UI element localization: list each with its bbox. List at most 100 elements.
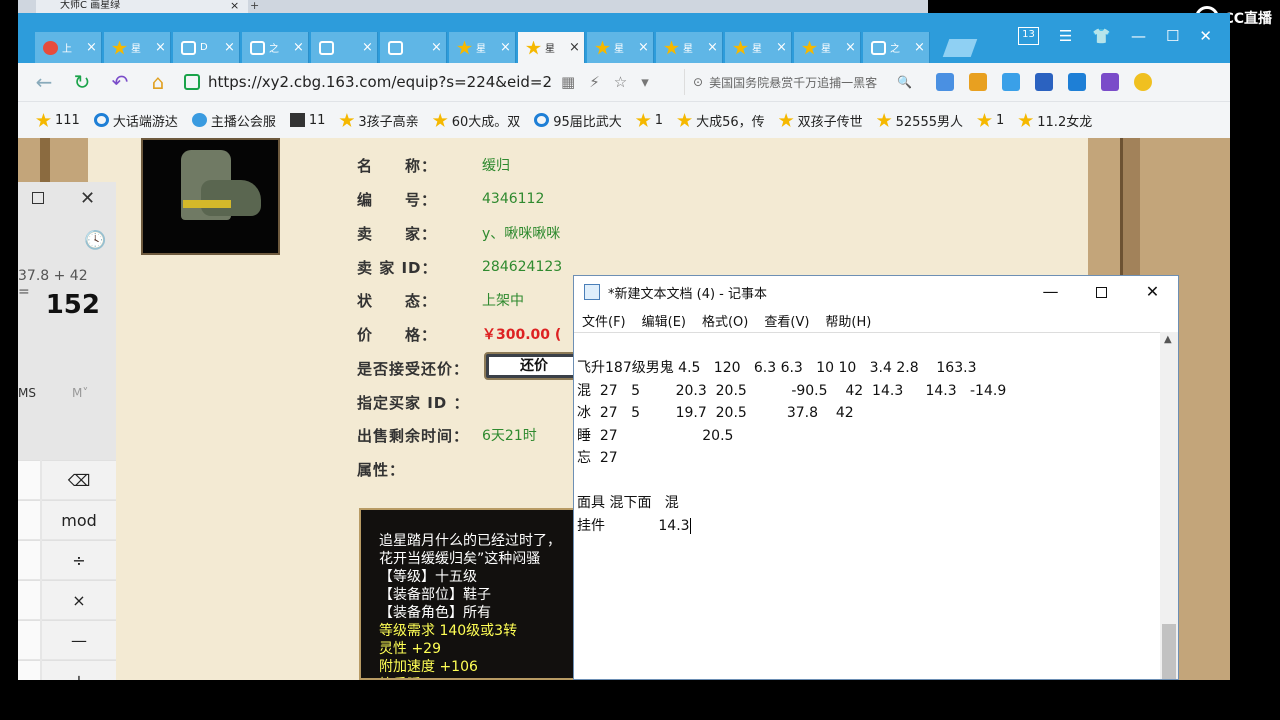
- screen-icon[interactable]: [1068, 73, 1086, 91]
- close-icon[interactable]: ×: [569, 40, 580, 55]
- calculator-key[interactable]: ×: [42, 580, 116, 619]
- calculator-key[interactable]: —: [42, 620, 116, 659]
- translate-icon[interactable]: [1002, 73, 1020, 91]
- close-icon[interactable]: ×: [86, 40, 97, 55]
- bookmark-item[interactable]: 1: [976, 113, 1004, 128]
- close-icon[interactable]: ✕: [1199, 27, 1212, 45]
- back-arrow-icon[interactable]: ←: [32, 70, 56, 94]
- maximize-icon[interactable]: ☐: [1166, 27, 1179, 45]
- memory-list-button[interactable]: M˅: [72, 386, 88, 400]
- bookmark-item[interactable]: 大成56，传: [677, 111, 765, 130]
- notepad-text-area[interactable]: 飞升187级男鬼 4.5 120 6.3 6.3 10 10 3.4 2.8 1…: [574, 332, 1161, 679]
- calculator-key-partial[interactable]: [18, 540, 40, 579]
- close-icon[interactable]: ×: [155, 40, 166, 55]
- qr-icon[interactable]: ▦: [561, 73, 575, 91]
- browser-tab[interactable]: 上 ×: [35, 32, 102, 63]
- bookmark-item[interactable]: 主播公会服: [191, 111, 276, 130]
- close-icon[interactable]: ×: [776, 40, 787, 55]
- notepad-scrollbar[interactable]: ▲: [1160, 332, 1178, 679]
- bookmark-item[interactable]: 11: [289, 113, 325, 128]
- search-icon[interactable]: 🔍: [897, 75, 912, 89]
- history-icon[interactable]: 🕓: [84, 230, 106, 251]
- browser-tab[interactable]: 星 ×: [656, 32, 723, 63]
- reload-icon[interactable]: ↻: [70, 70, 94, 94]
- calculator-key-partial[interactable]: [18, 620, 40, 659]
- calculator-key[interactable]: ÷: [42, 540, 116, 579]
- close-icon[interactable]: ×: [500, 40, 511, 55]
- home-icon[interactable]: ⌂: [146, 70, 170, 94]
- browser-tab[interactable]: 星 ×: [794, 32, 861, 63]
- browser-tab[interactable]: 星 ×: [725, 32, 792, 63]
- maximize-icon[interactable]: [1076, 276, 1127, 308]
- more-icon[interactable]: [1134, 73, 1152, 91]
- browser-tab[interactable]: ×: [380, 32, 447, 63]
- new-tab-icon[interactable]: +: [250, 0, 259, 12]
- notepad-menu-item[interactable]: 查看(V): [764, 311, 809, 330]
- browser-tab[interactable]: D ×: [173, 32, 240, 63]
- browser-tab[interactable]: 之 ×: [863, 32, 930, 63]
- close-icon[interactable]: ×: [362, 40, 373, 55]
- notepad-menu-item[interactable]: 格式(O): [702, 311, 748, 330]
- skin-icon[interactable]: 👕: [1092, 27, 1111, 45]
- close-icon[interactable]: ✕: [1127, 276, 1178, 308]
- minimize-icon[interactable]: —: [1131, 27, 1146, 45]
- notepad-menu-item[interactable]: 编辑(E): [642, 311, 686, 330]
- haggle-button[interactable]: 还价: [484, 352, 584, 380]
- url-text[interactable]: https://xy2.cbg.163.com/equip?s=224&eid=…: [208, 73, 553, 91]
- close-icon[interactable]: ×: [638, 40, 649, 55]
- calculator-key[interactable]: mod: [42, 500, 116, 539]
- search-input[interactable]: ⊙ 美国国务院悬赏千万追捕一黑客 🔍: [684, 69, 924, 95]
- browser-tab[interactable]: 之 ×: [242, 32, 309, 63]
- browser-tab[interactable]: ×: [311, 32, 378, 63]
- key-icon[interactable]: [969, 73, 987, 91]
- browser-tab[interactable]: 星 ×: [449, 32, 516, 63]
- close-icon[interactable]: ×: [224, 40, 235, 55]
- search-text[interactable]: 美国国务院悬赏千万追捕一黑客: [709, 74, 891, 91]
- chevron-down-icon[interactable]: ▾: [641, 73, 649, 91]
- lightning-icon[interactable]: ⚡: [589, 73, 600, 91]
- bookmark-item[interactable]: 52555男人: [876, 111, 963, 130]
- calculator-key-partial[interactable]: [18, 500, 40, 539]
- calculator-key[interactable]: +: [42, 660, 116, 680]
- calculator-key[interactable]: ⌫: [42, 460, 116, 499]
- haggle-button-label[interactable]: 还价: [489, 357, 579, 375]
- scroll-up-icon[interactable]: ▲: [1164, 334, 1172, 345]
- bookmark-item[interactable]: 1: [635, 113, 663, 128]
- menu-icon[interactable]: ☰: [1059, 27, 1072, 45]
- scissors-icon[interactable]: [1101, 73, 1119, 91]
- bookmark-item[interactable]: 11.2女龙: [1018, 111, 1092, 130]
- bookmark-item[interactable]: 60大成。双: [432, 111, 520, 130]
- notepad-menu-item[interactable]: 帮助(H): [825, 311, 871, 330]
- tab-count-badge[interactable]: 13: [1018, 27, 1039, 45]
- close-icon[interactable]: ✕: [80, 188, 95, 209]
- calculator-key-partial[interactable]: [18, 460, 40, 499]
- close-icon[interactable]: ×: [914, 40, 925, 55]
- browser-tab[interactable]: 星 ×: [587, 32, 654, 63]
- close-icon[interactable]: ×: [707, 40, 718, 55]
- extension-icon[interactable]: [936, 73, 954, 91]
- calculator-key-partial[interactable]: [18, 580, 40, 619]
- bookmark-item[interactable]: 大话端游达: [93, 111, 178, 130]
- bookmark-item[interactable]: 双孩子传世: [778, 111, 863, 130]
- url-field[interactable]: https://xy2.cbg.163.com/equip?s=224&eid=…: [184, 68, 674, 96]
- notepad-menu-item[interactable]: 文件(F): [582, 311, 626, 330]
- bookmark-item[interactable]: 111: [36, 113, 80, 128]
- close-icon[interactable]: ×: [293, 40, 304, 55]
- new-tab-button[interactable]: [942, 39, 978, 57]
- bookmark-item[interactable]: 3孩子高亲: [339, 111, 419, 130]
- bookmark-item[interactable]: 95届比武大: [534, 111, 622, 130]
- close-icon[interactable]: ×: [431, 40, 442, 55]
- close-icon[interactable]: ×: [845, 40, 856, 55]
- undo-icon[interactable]: ↶: [108, 70, 132, 94]
- scroll-thumb[interactable]: [1162, 624, 1176, 679]
- calculator-key-partial[interactable]: [18, 660, 40, 680]
- browser-tab[interactable]: 星 ×: [518, 32, 585, 63]
- minimize-icon[interactable]: —: [1025, 276, 1076, 308]
- word-icon[interactable]: [1035, 73, 1053, 91]
- memory-store-button[interactable]: MS: [18, 386, 36, 400]
- background-window-tab[interactable]: 大师C 画星绿: [36, 0, 248, 13]
- maximize-icon[interactable]: [32, 192, 44, 204]
- browser-tab[interactable]: 星 ×: [104, 32, 171, 63]
- close-icon[interactable]: ×: [230, 0, 239, 12]
- star-icon[interactable]: ☆: [614, 73, 627, 91]
